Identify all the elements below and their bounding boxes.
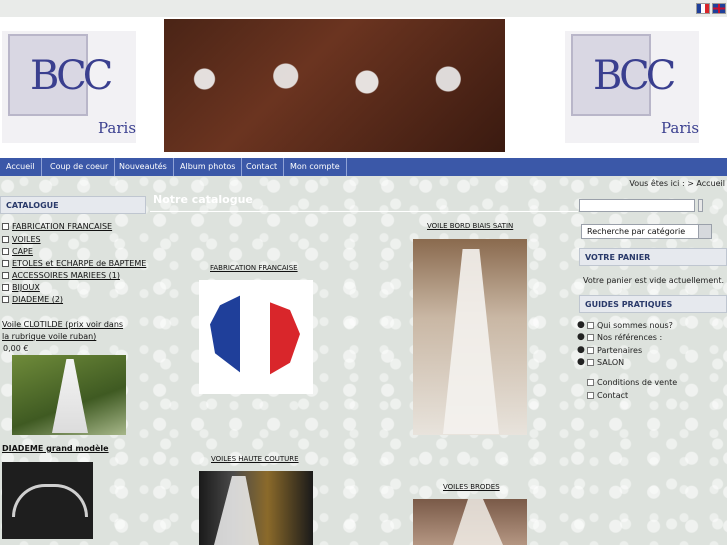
collapse-icon (2, 296, 9, 303)
bullet-icon: ● (577, 332, 585, 342)
bullet-icon: ● (577, 357, 585, 367)
checkbox-icon (587, 347, 594, 354)
search-input[interactable] (579, 199, 695, 212)
category-diademe[interactable]: DIADEME (2) (2, 295, 63, 304)
checkbox-icon (587, 392, 594, 399)
checkbox-icon (587, 359, 594, 366)
product-fabrication-francaise-image[interactable] (199, 280, 313, 394)
product-voiles-brodes-image[interactable] (413, 499, 527, 545)
logo-city: Paris (98, 119, 137, 137)
search-submit-button[interactable] (698, 199, 703, 212)
nav-album-photos[interactable]: Album photos (174, 158, 243, 176)
nav-accueil[interactable]: Accueil (0, 158, 42, 176)
nav-coup-de-coeur[interactable]: Coup de coeur (44, 158, 116, 176)
category-voiles[interactable]: VOILES (2, 235, 41, 244)
checkbox-icon (587, 334, 594, 341)
guide-contact[interactable]: Contact (587, 391, 628, 400)
bullet-icon: ● (577, 345, 585, 355)
expand-icon (2, 236, 9, 243)
expand-icon (2, 260, 9, 267)
english-flag-icon[interactable] (712, 3, 726, 14)
expand-icon (2, 248, 9, 255)
product-voile-bord-biais-satin-image[interactable] (413, 239, 527, 435)
guide-qui-sommes-nous[interactable]: Qui sommes nous? (587, 321, 673, 330)
checkbox-icon (587, 322, 594, 329)
category-cape[interactable]: CAPE (2, 247, 33, 256)
logo-letters: BCC (593, 53, 676, 99)
promo-voile-clotilde-link[interactable]: Voile CLOTILDE (prix voir dans la rubriq… (2, 319, 132, 343)
category-etoles[interactable]: ETOLES et ECHARPE de BAPTEME (2, 259, 146, 268)
nav-contact[interactable]: Contact (240, 158, 285, 176)
catalogue-title: CATALOGUE (0, 196, 146, 214)
french-flag-icon[interactable] (696, 3, 710, 14)
guides-title: GUIDES PRATIQUES (579, 295, 727, 313)
expand-icon (2, 272, 9, 279)
category-accessoires[interactable]: ACCESSOIRES MARIEES (1) (2, 271, 120, 280)
cart-empty-text: Votre panier est vide actuellement. (583, 276, 725, 285)
expand-icon (2, 223, 9, 230)
page-title: Notre catalogue (150, 193, 578, 212)
promo-diademe-link[interactable]: DIADEME grand modèle (2, 444, 109, 453)
nav-mon-compte[interactable]: Mon compte (284, 158, 347, 176)
product-voiles-brodes-link[interactable]: VOILES BRODES (443, 483, 500, 491)
nav-nouveautes[interactable]: Nouveautés (113, 158, 174, 176)
logo-right[interactable]: BCC Paris (565, 31, 699, 143)
header: BCC Paris BCC Paris (0, 17, 727, 158)
promo-price: 0,00 € (3, 344, 29, 353)
logo-left[interactable]: BCC Paris (2, 31, 136, 143)
promo-diademe-image[interactable] (2, 462, 93, 539)
category-bijoux[interactable]: BIJOUX (2, 283, 40, 292)
product-fabrication-francaise-link[interactable]: FABRICATION FRANCAISE (210, 264, 298, 272)
guide-nos-references[interactable]: Nos références : (587, 333, 662, 342)
category-search-select[interactable]: Recherche par catégorie (581, 224, 712, 239)
guide-salon[interactable]: SALON (587, 358, 624, 367)
expand-icon (2, 284, 9, 291)
category-fabrication-francaise[interactable]: FABRICATION FRANCAISE (2, 222, 112, 231)
chevron-down-icon (698, 225, 711, 238)
logo-city: Paris (661, 119, 700, 137)
guide-partenaires[interactable]: Partenaires (587, 346, 642, 355)
product-voiles-haute-couture-link[interactable]: VOILES HAUTE COUTURE (211, 455, 299, 463)
guide-conditions-de-vente[interactable]: Conditions de vente (587, 378, 677, 387)
product-voiles-haute-couture-image[interactable] (199, 471, 313, 545)
breadcrumb: Vous êtes ici : > Accueil (629, 179, 725, 188)
checkbox-icon (587, 379, 594, 386)
logo-letters: BCC (30, 53, 113, 99)
lace-banner-image (164, 19, 505, 152)
bullet-icon: ● (577, 320, 585, 330)
main-nav: Accueil Coup de coeur Nouveautés Album p… (0, 158, 727, 176)
cart-title: VOTRE PANIER (579, 248, 727, 266)
product-voile-bord-biais-satin-link[interactable]: VOILE BORD BIAIS SATIN (427, 222, 513, 230)
promo-voile-image[interactable] (12, 355, 126, 435)
top-bar (0, 0, 727, 17)
